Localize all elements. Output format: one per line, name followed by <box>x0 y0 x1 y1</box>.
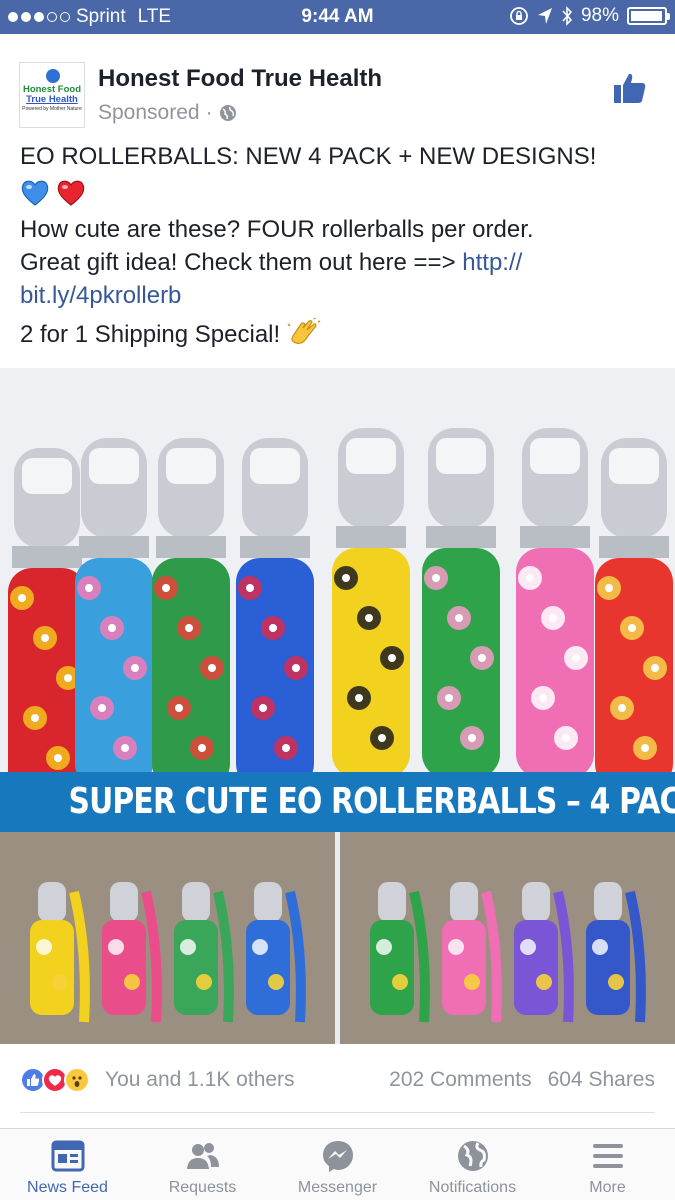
friends-icon <box>186 1143 219 1169</box>
tab-more[interactable]: More <box>540 1129 675 1200</box>
globe-icon <box>457 1141 488 1171</box>
comments-count[interactable]: 202 Comments <box>389 1068 531 1092</box>
post-body-line: How cute are these? FOUR rollerballs per… <box>20 216 534 243</box>
globe-privacy-icon <box>219 105 236 121</box>
location-arrow-icon <box>537 8 552 24</box>
shares-count[interactable]: 604 Shares <box>548 1068 655 1092</box>
page-name-link[interactable]: Honest Food True Health <box>98 65 382 93</box>
reaction-icons[interactable] <box>20 1067 90 1093</box>
post-header: Honest Food True Health Powered by Mothe… <box>0 42 675 134</box>
post-message: EO ROLLERBALLS: NEW 4 PACK + NEW DESIGNS… <box>20 140 660 351</box>
menu-icon <box>592 1144 623 1168</box>
status-bar: Sprint LTE 9:44 AM 98% <box>0 0 675 34</box>
tab-news-feed-label: News Feed <box>27 1179 108 1196</box>
blue-heart-icon <box>21 180 49 206</box>
wow-reaction-icon <box>64 1067 90 1093</box>
post-link[interactable]: http:// <box>462 249 522 276</box>
tab-news-feed[interactable]: News Feed <box>0 1129 135 1200</box>
lock-rotation-icon <box>510 7 528 25</box>
clapping-hands-icon <box>287 316 321 344</box>
post-headline: EO ROLLERBALLS: NEW 4 PACK + NEW DESIGNS… <box>20 143 597 170</box>
red-heart-icon <box>57 180 85 206</box>
reactions-bar: You and 1.1K others 202 Comments 604 Sha… <box>0 1050 675 1110</box>
tab-requests-label: Requests <box>168 1179 237 1196</box>
post-link-continued[interactable]: bit.ly/4pkrollerb <box>20 282 181 309</box>
divider <box>20 1112 655 1113</box>
meta-separator: · <box>205 101 213 124</box>
post-body-line-2: Great gift idea! Check them out here ==> <box>20 249 463 276</box>
reactions-summary[interactable]: You and 1.1K others <box>105 1068 295 1092</box>
tab-messenger[interactable]: Messenger <box>270 1129 405 1200</box>
four-pack-photo-right <box>340 832 675 1044</box>
sponsored-label: Sponsored <box>98 101 200 124</box>
logo-text-3: Powered by Mother Nature <box>22 106 82 112</box>
promo-banner: SUPER CUTE EO ROLLERBALLS – 4 PACKS <box>0 772 675 832</box>
bottom-tab-bar: News Feed Requests Messenger Notificatio… <box>0 1128 675 1200</box>
messenger-icon <box>322 1141 353 1172</box>
logo-text-2: True Health <box>26 94 78 105</box>
rollerballs-product-photo <box>0 368 675 772</box>
globe-logo-icon <box>46 69 60 83</box>
tab-notifications-label: Notifications <box>428 1179 517 1196</box>
emoji-row <box>20 173 660 213</box>
post-photo[interactable]: SUPER CUTE EO ROLLERBALLS – 4 PACKS <box>0 368 675 1044</box>
tab-messenger-label: Messenger <box>297 1179 378 1196</box>
shipping-special-text: 2 for 1 Shipping Special! <box>20 321 287 348</box>
bluetooth-icon <box>562 6 573 26</box>
page-avatar[interactable]: Honest Food True Health Powered by Mothe… <box>19 62 85 128</box>
news-feed-icon <box>51 1140 84 1172</box>
tab-requests[interactable]: Requests <box>135 1129 270 1200</box>
tab-notifications[interactable]: Notifications <box>405 1129 540 1200</box>
four-pack-photo-left <box>0 832 335 1044</box>
tab-more-label: More <box>589 1179 626 1196</box>
battery-percent: 98% <box>580 5 619 26</box>
like-page-icon[interactable] <box>612 70 648 106</box>
battery-icon <box>627 7 670 25</box>
